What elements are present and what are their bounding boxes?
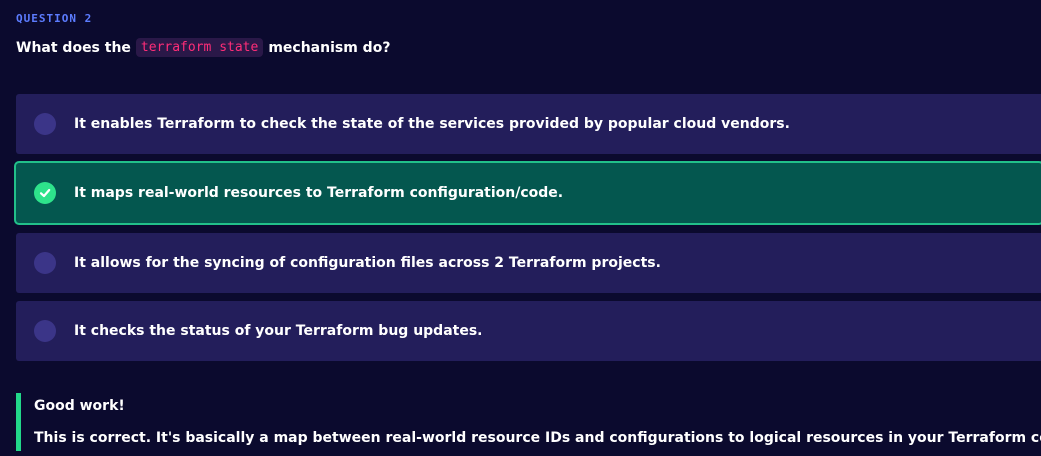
feedback-box: Good work! This is correct. It's basical… bbox=[16, 393, 1041, 451]
question-number-label: QUESTION 2 bbox=[16, 12, 93, 25]
answer-option-label: It checks the status of your Terraform b… bbox=[74, 323, 483, 339]
radio-empty-icon[interactable] bbox=[34, 113, 56, 135]
checkmark-icon bbox=[39, 188, 51, 198]
answer-option-label: It enables Terraform to check the state … bbox=[74, 116, 790, 132]
question-text-after: mechanism do? bbox=[268, 39, 391, 56]
radio-empty-icon[interactable] bbox=[34, 252, 56, 274]
answer-option-1[interactable]: It enables Terraform to check the state … bbox=[16, 94, 1041, 154]
radio-empty-icon[interactable] bbox=[34, 320, 56, 342]
answer-option-4[interactable]: It checks the status of your Terraform b… bbox=[16, 301, 1041, 361]
question-text-before: What does the bbox=[16, 39, 131, 56]
inline-code: terraform state bbox=[135, 38, 264, 57]
check-circle-icon[interactable] bbox=[34, 182, 56, 204]
question-text: What does the terraform state mechanism … bbox=[16, 38, 390, 57]
answer-option-3[interactable]: It allows for the syncing of configurati… bbox=[16, 233, 1041, 293]
answer-option-label: It allows for the syncing of configurati… bbox=[74, 255, 661, 271]
answer-option-2-correct[interactable]: It maps real-world resources to Terrafor… bbox=[14, 161, 1041, 225]
feedback-body: This is correct. It's basically a map be… bbox=[34, 430, 1041, 446]
answer-option-label: It maps real-world resources to Terrafor… bbox=[74, 185, 564, 201]
quiz-question-panel: QUESTION 2 What does the terraform state… bbox=[0, 0, 1041, 456]
feedback-title: Good work! bbox=[34, 398, 125, 414]
